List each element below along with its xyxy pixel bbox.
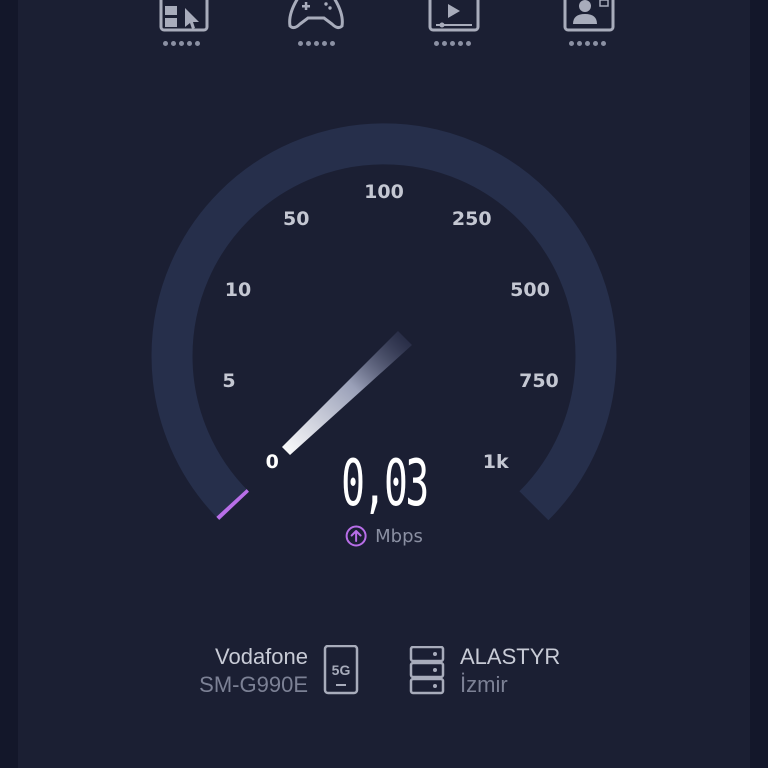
gauge-needle	[282, 331, 412, 455]
5g-network-icon: 5G	[323, 645, 359, 695]
gauge-tick-label: 250	[451, 207, 492, 230]
gauge-tick-label: 10	[224, 278, 252, 301]
gauge-tick-label: 1k	[482, 450, 509, 473]
upload-arrow-icon	[345, 525, 367, 547]
gauge-progress	[216, 489, 250, 520]
speed-value: 0,03	[341, 447, 429, 521]
speed-unit: Mbps	[375, 525, 423, 547]
network-type: 5G	[332, 662, 351, 678]
gauge-tick-label: 100	[364, 181, 404, 203]
speed-unit-row: Mbps	[345, 525, 423, 547]
gauge-tick-label: 0	[265, 450, 279, 473]
speed-gauge	[151, 123, 617, 521]
server-info[interactable]: ALASTYR İzmir	[460, 644, 560, 700]
provider-name: Vodafone	[215, 644, 308, 669]
gauge-tick-label: 500	[510, 278, 550, 301]
server-name: ALASTYR	[460, 644, 561, 669]
server-icon	[409, 646, 445, 695]
provider-info[interactable]: Vodafone SM-G990E	[199, 644, 308, 700]
server-location: İzmir	[460, 672, 508, 697]
gauge-tick-label: 50	[282, 207, 310, 230]
gauge-tick-label: 750	[519, 369, 559, 392]
gauge-tick-label: 5	[222, 369, 236, 392]
device-model: SM-G990E	[199, 672, 308, 697]
